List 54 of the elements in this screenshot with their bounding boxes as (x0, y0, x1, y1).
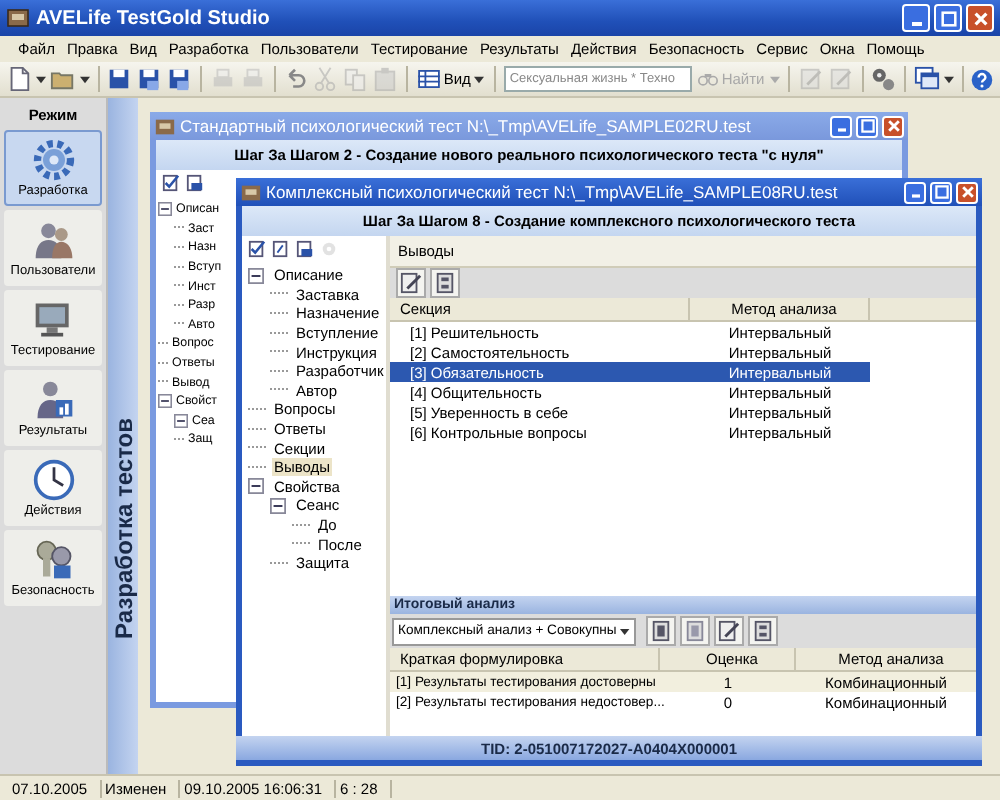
tree-toggle[interactable] (248, 478, 266, 495)
close-button[interactable] (966, 4, 994, 32)
maximize-icon (933, 184, 949, 200)
close-button[interactable] (956, 181, 978, 203)
tree-toggle[interactable] (158, 394, 172, 409)
document-icon[interactable] (646, 616, 676, 646)
save-all-icon[interactable] (166, 66, 193, 92)
minimize-icon (911, 22, 921, 26)
edit-icon[interactable] (396, 268, 426, 298)
section-title: Разработка тестов (109, 417, 137, 638)
close-icon (885, 118, 901, 134)
window-title: AVELife TestGold Studio (36, 7, 270, 29)
caret-icon (474, 75, 485, 83)
save-icon[interactable] (106, 66, 133, 92)
document-title: Стандартный психологический тест N:\_Tmp\AVELife_SAMPLE02RU.test (180, 116, 751, 136)
caret-icon[interactable] (36, 75, 46, 83)
people-icon (31, 218, 75, 262)
minimize-button[interactable] (902, 4, 930, 32)
clock-icon (31, 458, 75, 502)
document-icon[interactable] (748, 616, 778, 646)
app-icon (6, 6, 30, 30)
caret-icon[interactable] (943, 75, 954, 83)
document-icon (240, 181, 262, 203)
save-as-icon[interactable] (136, 66, 163, 92)
maximize-button[interactable] (934, 4, 962, 32)
close-icon (959, 184, 975, 200)
caret-icon (620, 627, 630, 635)
document-title: Комплексный психологический тест N:\_Tmp\AVELife_SAMPLE08RU.test (266, 182, 838, 202)
windows-icon[interactable] (913, 66, 940, 92)
tree-toggle[interactable] (248, 267, 266, 284)
check-document-icon[interactable] (162, 174, 180, 196)
minimize-icon (911, 193, 919, 197)
maximize-icon (859, 118, 875, 134)
minimize-icon (837, 127, 845, 131)
close-icon (971, 9, 989, 27)
maximize-button[interactable] (930, 181, 952, 203)
document-icon[interactable] (296, 240, 314, 262)
new-document-icon[interactable] (6, 66, 32, 92)
tree-toggle[interactable] (158, 202, 172, 217)
tree-toggle[interactable] (270, 497, 288, 514)
caret-icon[interactable] (80, 75, 90, 83)
document-icon (154, 115, 176, 137)
document-icon[interactable] (272, 240, 290, 262)
document-icon[interactable] (430, 268, 460, 298)
document-icon[interactable] (186, 174, 204, 196)
maximize-icon (939, 9, 957, 27)
monitor-icon (31, 298, 75, 342)
tree-toggle[interactable] (174, 413, 188, 428)
edit-icon[interactable] (714, 616, 744, 646)
grid-icon (417, 70, 440, 88)
binoculars-icon (697, 70, 718, 88)
help-icon[interactable] (970, 67, 995, 91)
minimize-button[interactable] (904, 181, 926, 203)
check-document-icon[interactable] (248, 240, 266, 262)
